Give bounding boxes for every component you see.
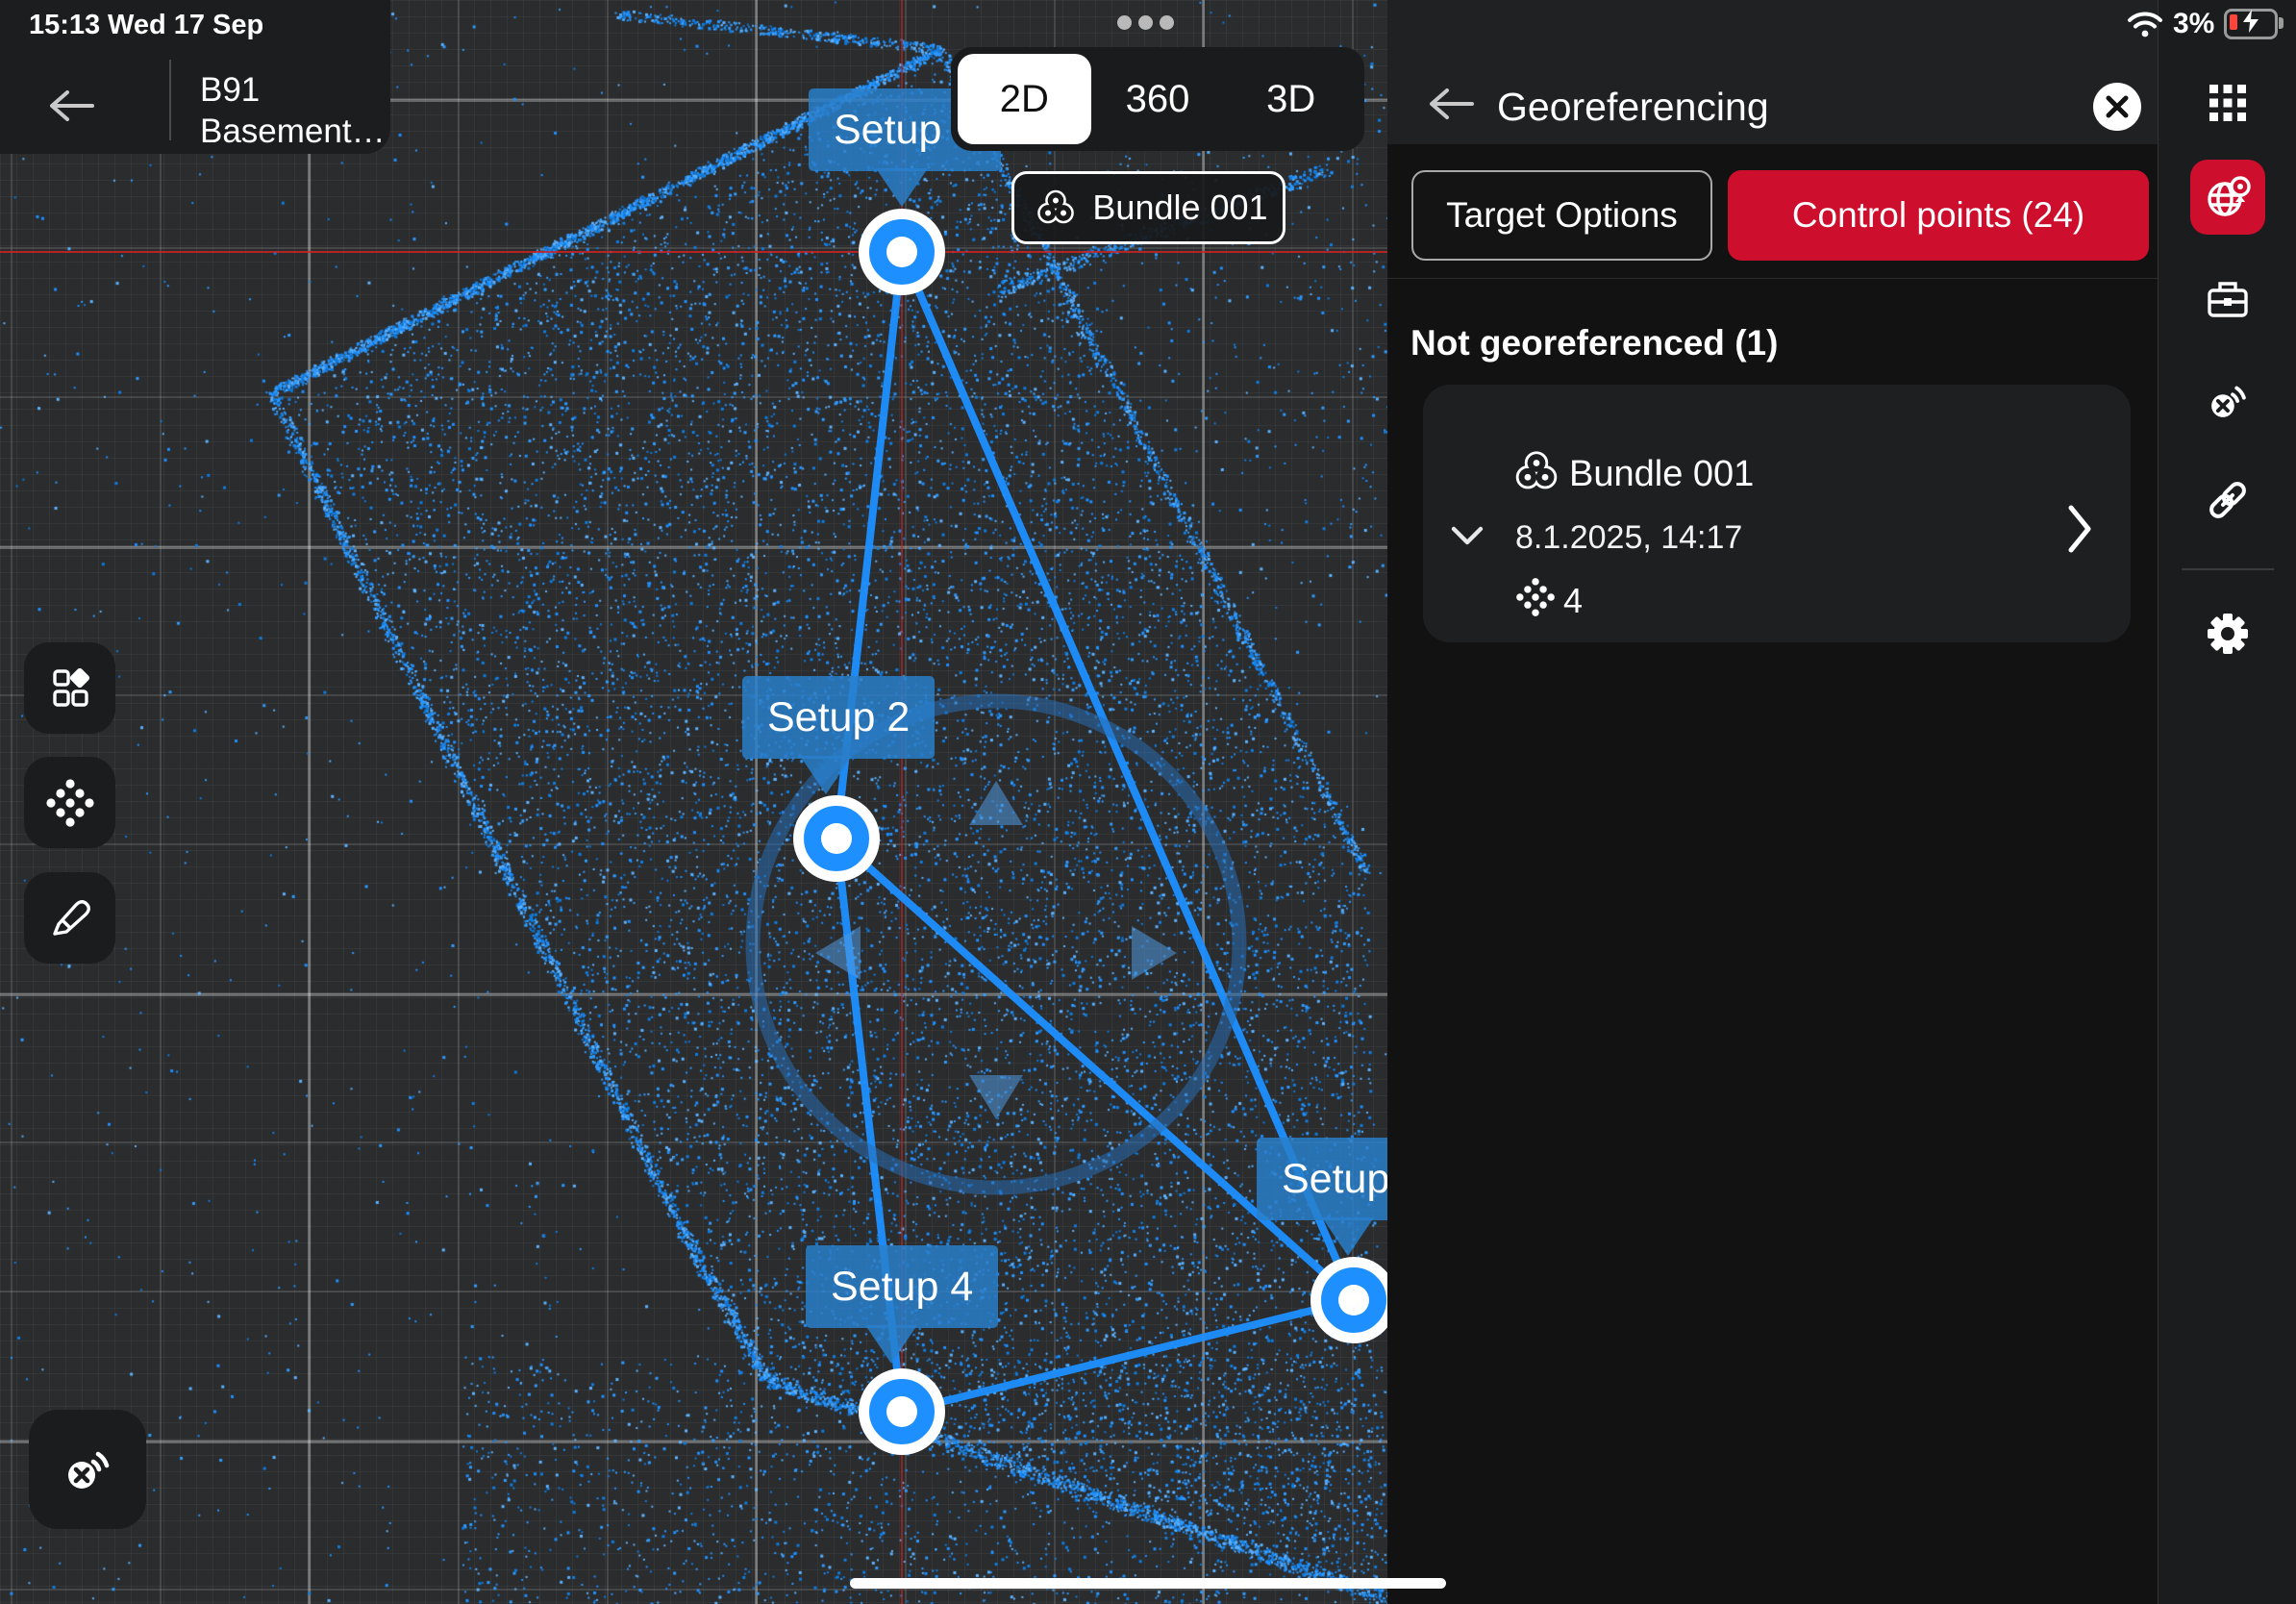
chevron-down-icon: [1448, 523, 1486, 548]
multitasking-handle[interactable]: [1117, 15, 1174, 30]
bundle-card[interactable]: Bundle 001 8.1.2025, 14:17 4: [1423, 385, 2131, 642]
tab-2d[interactable]: 2D: [958, 54, 1091, 144]
status-date: Wed 17 Sep: [108, 10, 263, 41]
pan-left-arrow[interactable]: [815, 926, 861, 980]
expand-bundle-button[interactable]: [1448, 523, 1486, 553]
tab-3d-label: 3D: [1266, 78, 1315, 121]
setup-count-icon: [1515, 577, 1556, 617]
setup-connection-lines: [836, 252, 1354, 1412]
back-arrow-icon: [1426, 85, 1476, 123]
toolbox-icon: [2204, 275, 2252, 323]
setup-2-label-text: Setup 2: [767, 694, 910, 741]
setup-4-label-text: Setup 4: [831, 1264, 973, 1311]
bundle-card-setup-count: 4: [1563, 581, 1583, 621]
views-layout-button[interactable]: [24, 642, 115, 734]
link-button[interactable]: [2204, 476, 2252, 524]
panel-close-button[interactable]: [2093, 83, 2141, 131]
apps-grid-icon: [2206, 81, 2250, 125]
bundle-icon: [1034, 186, 1078, 230]
battery-icon: [2224, 9, 2278, 39]
bundle-card-timestamp: 8.1.2025, 14:17: [1515, 519, 1742, 557]
apps-menu-button[interactable]: [2206, 81, 2250, 125]
link-icon: [2204, 476, 2252, 524]
toolbox-button[interactable]: [2204, 275, 2252, 323]
tabs-divider: [1387, 278, 2158, 279]
setup-3-label[interactable]: Setup 3: [1257, 1138, 1387, 1220]
setup-4-label[interactable]: Setup 4: [806, 1245, 998, 1328]
bundle-icon: [1511, 446, 1561, 496]
scalpel-icon: [45, 893, 95, 943]
close-icon: [2105, 94, 2130, 119]
bundle-pill-label: Bundle 001: [1078, 188, 1283, 228]
battery-percent: 3%: [2173, 8, 2214, 40]
panel-back-button[interactable]: [1426, 85, 1476, 128]
tab-360-label: 360: [1126, 78, 1190, 121]
setup-4-marker[interactable]: [859, 1368, 945, 1455]
point-cloud-button[interactable]: [24, 757, 115, 848]
tab-2d-label: 2D: [1000, 78, 1049, 121]
setup-3-label-text: Setup 3: [1282, 1156, 1387, 1203]
project-header-bar: 15:13 Wed 17 Sep B91 Basement…: [0, 0, 390, 154]
scanner-disconnected-icon: [57, 1439, 118, 1500]
back-button[interactable]: [46, 87, 96, 130]
setup-2-marker[interactable]: [793, 795, 880, 882]
georeferencing-panel: Georeferencing Target Options Control po…: [1387, 0, 2158, 1604]
setup-3-marker[interactable]: [1310, 1257, 1387, 1343]
tab-target-options-label: Target Options: [1446, 195, 1678, 236]
home-indicator[interactable]: [850, 1578, 1446, 1589]
scanner-connection-rail-button[interactable]: [2202, 375, 2254, 427]
project-title: B91 Basement…: [200, 69, 386, 152]
tab-360[interactable]: 360: [1091, 54, 1225, 144]
panel-header: Georeferencing: [1387, 0, 2158, 144]
pan-right-arrow[interactable]: [1132, 926, 1177, 980]
tab-3d[interactable]: 3D: [1224, 54, 1358, 144]
views-grid-icon: [46, 664, 94, 713]
scanner-disconnected-icon: [2202, 375, 2254, 427]
point-cloud-icon: [45, 778, 95, 828]
status-time: 15:13: [29, 10, 100, 41]
slice-tool-button[interactable]: [24, 872, 115, 964]
setup-1-marker[interactable]: [859, 209, 945, 295]
wifi-icon: [2127, 11, 2163, 38]
back-arrow-icon: [46, 87, 96, 125]
georeference-globe-icon: [2201, 170, 2255, 224]
not-georeferenced-heading: Not georeferenced (1): [1410, 323, 1778, 363]
tab-control-points[interactable]: Control points (24): [1728, 170, 2149, 261]
bundle-card-name: Bundle 001: [1569, 454, 1754, 495]
pan-down-arrow[interactable]: [969, 1075, 1023, 1119]
open-bundle-button[interactable]: [2065, 502, 2094, 561]
panel-title: Georeferencing: [1497, 85, 1769, 130]
right-toolbar: [2158, 0, 2296, 1604]
chevron-right-icon: [2065, 502, 2094, 556]
bundle-selector-button[interactable]: Bundle 001: [1011, 171, 1285, 244]
tab-target-options[interactable]: Target Options: [1411, 170, 1712, 261]
setup-2-label[interactable]: Setup 2: [742, 676, 935, 759]
status-right-cluster: 3%: [2127, 8, 2278, 40]
project-title-line2: Basement…: [200, 111, 386, 152]
georeferencing-tool-button-active[interactable]: [2190, 160, 2265, 235]
project-title-line1: B91: [200, 69, 386, 111]
pan-up-arrow[interactable]: [969, 781, 1023, 825]
view-mode-switcher: 2D 360 3D: [951, 47, 1364, 151]
header-divider: [169, 60, 171, 140]
charging-bolt-icon: [2238, 9, 2263, 34]
settings-button[interactable]: [2204, 610, 2252, 658]
rail-divider: [2182, 568, 2274, 570]
tab-control-points-label: Control points (24): [1792, 195, 2084, 236]
settings-gear-icon: [2204, 610, 2252, 658]
scanner-connection-button[interactable]: [29, 1410, 146, 1529]
